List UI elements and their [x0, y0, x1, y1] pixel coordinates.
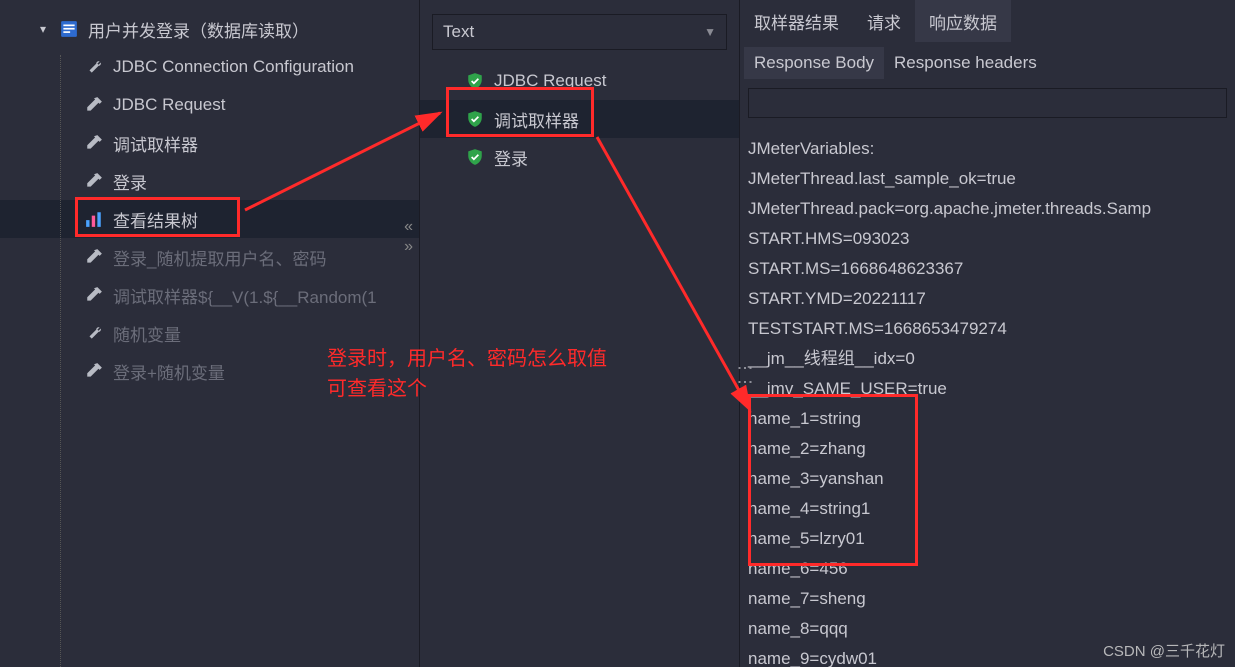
renderer-dropdown[interactable]: Text ▼ [432, 14, 727, 50]
dropper-icon [85, 362, 103, 380]
result-item-label: 调试取样器 [494, 107, 579, 132]
tab[interactable]: 取样器结果 [740, 0, 853, 42]
tree-item[interactable]: 查看结果树 [0, 200, 419, 238]
tree-item[interactable]: 随机变量 [0, 314, 419, 352]
expand-arrow-icon[interactable]: ▾ [40, 22, 54, 36]
shield-check-icon [466, 148, 484, 166]
result-item-label: JDBC Request [494, 71, 606, 91]
response-tabs: 取样器结果请求响应数据 [740, 0, 1235, 42]
test-plan-tree: ▾ 用户并发登录（数据库读取） JDBC Connection Configur… [0, 0, 420, 667]
dropper-icon [85, 172, 103, 190]
tree-item[interactable]: 登录 [0, 162, 419, 200]
doc-icon [60, 20, 78, 38]
tree-item[interactable]: 登录_随机提取用户名、密码 [0, 238, 419, 276]
dropper-icon [85, 286, 103, 304]
tree-item-label: JDBC Connection Configuration [113, 57, 354, 77]
sample-result-list: JDBC Request 调试取样器登录 [420, 58, 739, 667]
tree-item[interactable]: JDBC Request [0, 86, 419, 124]
tab[interactable]: 响应数据 [915, 0, 1011, 42]
result-item-label: 登录 [494, 145, 528, 170]
tree-item-label: 查看结果树 [113, 207, 198, 232]
tree-item-label: 调试取样器${__V(1.${__Random(1 [113, 283, 377, 308]
dropper-icon [85, 248, 103, 266]
result-item[interactable]: 调试取样器 [420, 100, 739, 138]
response-body-text[interactable]: JMeterVariables: JMeterThread.last_sampl… [740, 122, 1235, 667]
tree-item-label: 调试取样器 [113, 131, 198, 156]
dropper-icon [85, 96, 103, 114]
chart-icon [85, 210, 103, 228]
dropper-icon [85, 134, 103, 152]
result-item[interactable]: 登录 [420, 138, 739, 176]
results-tree-panel: Text ▼ JDBC Request 调试取样器登录 [420, 0, 740, 667]
tree-item-label: 登录_随机提取用户名、密码 [113, 245, 326, 270]
tree-item-label: JDBC Request [113, 95, 225, 115]
wrench-icon [85, 324, 103, 342]
response-subtabs: Response BodyResponse headers [740, 42, 1235, 84]
tree-item-label: 随机变量 [113, 321, 181, 346]
tree-root-label: 用户并发登录（数据库读取） [88, 17, 309, 42]
tree-item-label: 登录+随机变量 [113, 359, 225, 384]
search-input[interactable] [748, 88, 1227, 118]
subtab[interactable]: Response Body [744, 47, 884, 79]
wrench-icon [85, 58, 103, 76]
drag-handle-icon[interactable]: ⋮⋮ [735, 360, 754, 388]
tab[interactable]: 请求 [853, 0, 915, 42]
tree-root[interactable]: ▾ 用户并发登录（数据库读取） [0, 10, 419, 48]
tree-item-label: 登录 [113, 169, 147, 194]
result-item[interactable]: JDBC Request [420, 62, 739, 100]
tree-item[interactable]: 登录+随机变量 [0, 352, 419, 390]
panel-nav-arrows[interactable]: «» [404, 218, 413, 256]
watermark: CSDN @三千花灯 [1103, 640, 1225, 661]
chevron-down-icon: ▼ [704, 25, 716, 39]
tree-item[interactable]: 调试取样器 [0, 124, 419, 162]
response-panel: 取样器结果请求响应数据 Response BodyResponse header… [740, 0, 1235, 667]
shield-check-icon [466, 110, 484, 128]
tree-item[interactable]: 调试取样器${__V(1.${__Random(1 [0, 276, 419, 314]
shield-check-icon [466, 72, 484, 90]
tree-item[interactable]: JDBC Connection Configuration [0, 48, 419, 86]
dropdown-value: Text [443, 22, 474, 42]
subtab[interactable]: Response headers [884, 47, 1047, 79]
